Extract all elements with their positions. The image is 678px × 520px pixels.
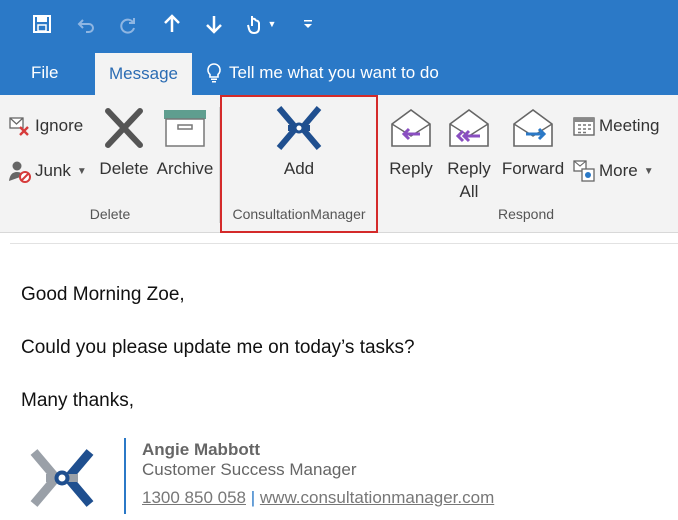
save-icon xyxy=(33,15,51,33)
customize-qat-button[interactable] xyxy=(294,10,322,38)
header-divider xyxy=(10,243,678,244)
chevron-down-icon: ▼ xyxy=(267,19,277,29)
touch-mode-icon xyxy=(246,16,260,35)
signature-title: Customer Success Manager xyxy=(142,460,357,479)
ignore-icon xyxy=(9,117,29,136)
consultationmanager-logo-icon xyxy=(30,449,94,507)
chevron-down-icon: ▼ xyxy=(643,165,654,177)
archive-icon xyxy=(162,105,208,151)
delete-group-label: Delete xyxy=(89,206,131,222)
quick-access-toolbar: ▼ xyxy=(0,0,678,50)
reply-all-label-line2: All xyxy=(459,182,479,201)
forward-button[interactable]: Forward xyxy=(500,105,566,180)
meeting-button[interactable]: Meeting xyxy=(572,115,659,137)
junk-icon xyxy=(9,161,31,183)
message-closing: Many thanks, xyxy=(21,390,134,411)
undo-button[interactable] xyxy=(72,10,100,38)
archive-label: Archive xyxy=(156,159,214,178)
signature-website-link[interactable]: www.consultationmanager.com xyxy=(260,488,494,507)
tell-me-search[interactable]: Tell me what you want to do xyxy=(206,50,439,95)
signature-name: Angie Mabbott xyxy=(142,440,261,459)
redo-icon xyxy=(120,18,135,34)
signature-contact: 1300 850 058 | www.consultationmanager.c… xyxy=(142,488,494,508)
signature-separator: | xyxy=(250,488,256,507)
meeting-label: Meeting xyxy=(599,116,660,135)
reply-icon xyxy=(388,105,434,151)
arrow-up-icon xyxy=(164,14,180,32)
more-respond-icon xyxy=(573,160,595,182)
delete-label: Delete xyxy=(99,159,149,178)
touch-mode-button[interactable]: ▼ xyxy=(238,10,282,38)
reply-label: Reply xyxy=(389,159,433,178)
ribbon: Ignore Junk ▼ Delete Archive Delete Add … xyxy=(0,95,678,233)
next-item-button[interactable] xyxy=(200,10,228,38)
delete-button[interactable]: Delete xyxy=(97,105,151,180)
message-body: Could you please update me on today’s ta… xyxy=(21,337,415,358)
save-button[interactable] xyxy=(28,10,56,38)
signature-logo xyxy=(28,446,96,515)
undo-icon xyxy=(77,19,94,33)
redo-button[interactable] xyxy=(114,10,142,38)
reply-button[interactable]: Reply xyxy=(386,105,436,180)
customize-qat-icon xyxy=(304,20,312,28)
more-label: More xyxy=(599,161,638,180)
tell-me-label: Tell me what you want to do xyxy=(229,62,439,82)
ignore-label: Ignore xyxy=(35,116,84,135)
reply-all-button[interactable]: Reply All xyxy=(444,105,494,203)
ignore-button[interactable]: Ignore xyxy=(8,115,83,137)
chevron-down-icon: ▼ xyxy=(76,165,87,177)
more-respond-button[interactable]: More ▼ xyxy=(572,159,654,183)
junk-button[interactable]: Junk ▼ xyxy=(8,159,87,183)
junk-label: Junk xyxy=(35,161,71,180)
calendar-icon xyxy=(573,117,595,136)
previous-item-button[interactable] xyxy=(158,10,186,38)
tab-file[interactable]: File xyxy=(31,50,58,95)
reply-all-icon xyxy=(446,105,492,151)
respond-group-label: Respond xyxy=(497,206,555,222)
reply-all-label-line1: Reply xyxy=(447,159,491,178)
message-greeting: Good Morning Zoe, xyxy=(21,284,185,305)
lightbulb-icon xyxy=(207,62,221,82)
tab-message[interactable]: Message xyxy=(95,53,192,95)
delete-icon xyxy=(102,105,146,151)
signature-phone-link[interactable]: 1300 850 058 xyxy=(142,488,246,507)
forward-icon xyxy=(510,105,556,151)
archive-button[interactable]: Archive xyxy=(155,105,215,180)
ribbon-tab-bar: File Message Tell me what you want to do xyxy=(0,50,678,95)
arrow-down-icon xyxy=(206,16,222,34)
signature-divider xyxy=(124,438,126,514)
forward-label: Forward xyxy=(501,159,565,178)
highlight-box xyxy=(220,95,378,233)
